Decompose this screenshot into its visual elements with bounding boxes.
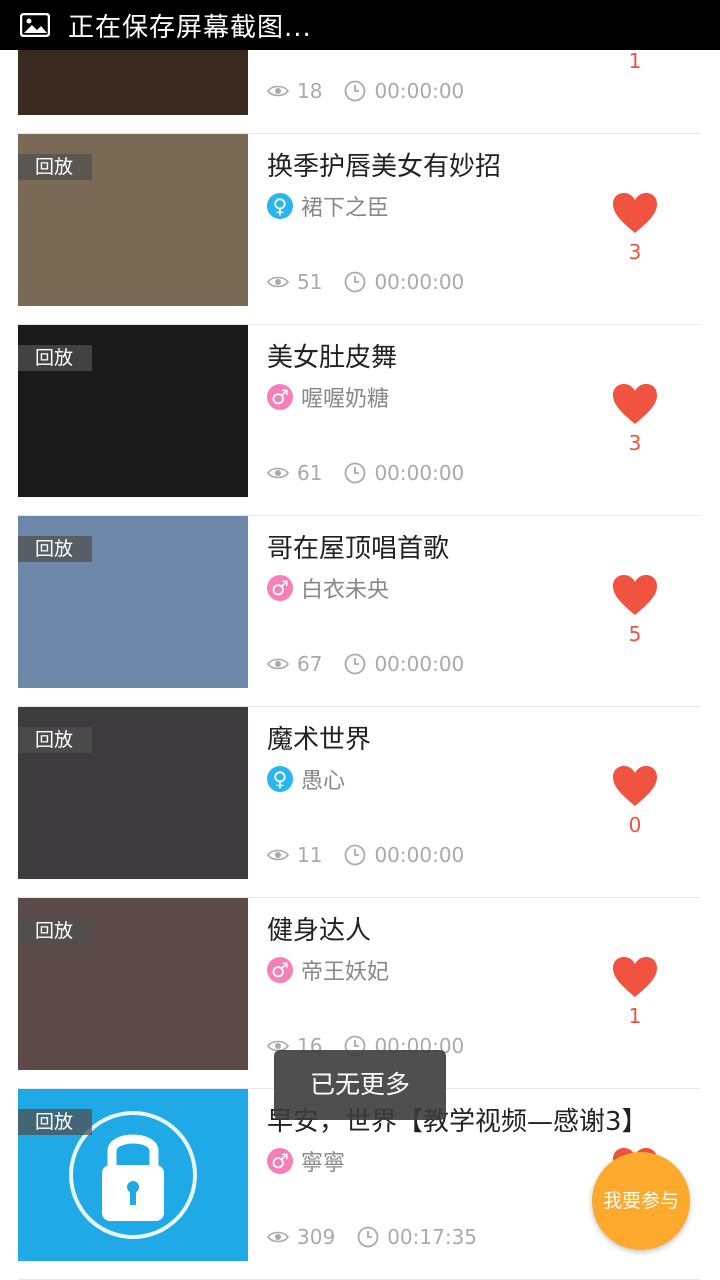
like-count: 0 [628,813,642,837]
video-stats: 67 00:00:00 [267,652,464,676]
video-title[interactable]: 健身达人 [267,910,371,947]
gender-male-icon: ♂ [267,957,293,983]
gender-female-icon: ♀ [267,766,293,792]
author-name: 白衣未央 [301,578,390,603]
heart-icon [613,766,657,806]
like-count: 1 [628,49,642,73]
replay-badge: 回放 [18,536,92,562]
author[interactable]: ♂ 帝王妖妃 [267,954,389,986]
replay-badge: 回放 [18,727,92,753]
author[interactable]: ♀ 愚心 [267,763,345,795]
list-item[interactable]: 回放 魔术世界 ♀ 愚心 11 00:00:00 0 [18,707,700,898]
status-bar: 正在保存屏幕截图... [0,0,720,50]
duration: 00:00:00 [374,843,465,867]
clock-icon [345,462,366,484]
heart-icon [613,957,657,997]
duration: 00:00:00 [374,79,465,103]
eye-icon [267,85,289,97]
like-count: 5 [628,622,642,646]
duration: 00:00:00 [374,461,465,485]
like-button[interactable]: 3 [610,192,660,264]
video-thumbnail[interactable]: 回放 [18,707,248,879]
replay-badge: 回放 [18,918,92,944]
heart-icon [613,575,657,615]
video-thumbnail[interactable]: 回放 [18,898,248,1070]
like-button[interactable]: 3 [610,383,660,455]
clock-icon [345,271,366,293]
join-button[interactable]: 我要参与 [592,1152,690,1250]
duration: 00:00:00 [374,652,465,676]
video-title[interactable]: 魔术世界 [267,719,371,756]
eye-icon [267,849,289,861]
duration: 00:00:00 [374,270,465,294]
video-thumbnail[interactable]: 回放 [18,325,248,497]
like-count: 3 [628,431,642,455]
view-count: 67 [297,652,323,676]
list-item[interactable]: 回放 换季护唇美女有妙招 ♀ 裙下之臣 51 00:00:00 3 [18,134,700,325]
like-button[interactable]: 1 [610,956,660,1028]
replay-badge: 回放 [18,1109,92,1135]
author-name: 喔喔奶糖 [301,387,390,412]
clock-icon [345,653,366,675]
gender-male-icon: ♂ [267,384,293,410]
like-button[interactable]: 0 [610,765,660,837]
status-text: 正在保存屏幕截图... [68,12,312,43]
author-name: 帝王妖妃 [301,960,390,985]
heart-icon [613,384,657,424]
clock-icon [357,1226,379,1248]
gender-female-icon: ♀ [267,193,293,219]
author-name: 裙下之臣 [301,196,390,221]
author[interactable]: ♂ 喔喔奶糖 [267,381,389,413]
video-title[interactable]: 换季护唇美女有妙招 [267,146,501,183]
video-stats: 51 00:00:00 [267,270,464,294]
view-count: 309 [297,1225,336,1249]
screenshot-icon [20,13,50,37]
video-stats: 18 00:00:00 [267,79,464,103]
gender-male-icon: ♂ [267,575,293,601]
video-title[interactable]: 哥在屋顶唱首歌 [267,528,449,565]
view-count: 18 [297,79,323,103]
video-stats: 309 00:17:35 [267,1225,477,1249]
replay-badge: 回放 [18,154,92,180]
view-count: 51 [297,270,323,294]
video-thumbnail[interactable]: 回放 [18,516,248,688]
view-count: 11 [297,843,323,867]
video-stats: 61 00:00:00 [267,461,464,485]
list-item[interactable]: 回放 哥在屋顶唱首歌 ♂ 白衣未央 67 00:00:00 5 [18,516,700,707]
clock-icon [345,844,366,866]
toast-message: 已无更多 [274,1050,446,1120]
list-item[interactable]: 回放 美女肚皮舞 ♂ 喔喔奶糖 61 00:00:00 3 [18,325,700,516]
clock-icon [345,80,366,102]
author[interactable]: ♀ 裙下之臣 [267,190,389,222]
replay-badge: 回放 [18,345,92,371]
duration: 00:17:35 [387,1225,478,1249]
eye-icon [267,467,289,479]
video-stats: 11 00:00:00 [267,843,464,867]
like-count: 1 [628,1004,642,1028]
author-name: 寧寧 [301,1151,346,1176]
gender-male-icon: ♂ [267,1148,293,1174]
like-count: 3 [628,240,642,264]
video-title[interactable]: 美女肚皮舞 [267,337,397,374]
view-count: 61 [297,461,323,485]
author[interactable]: ♂ 白衣未央 [267,572,389,604]
heart-icon [613,193,657,233]
like-button[interactable]: 5 [610,574,660,646]
eye-icon [267,1231,289,1243]
video-thumbnail[interactable]: 回放 [18,1089,248,1261]
eye-icon [267,276,289,288]
eye-icon [267,658,289,670]
author-name: 愚心 [301,769,346,794]
author[interactable]: ♂ 寧寧 [267,1145,345,1177]
video-thumbnail[interactable]: 回放 [18,134,248,306]
